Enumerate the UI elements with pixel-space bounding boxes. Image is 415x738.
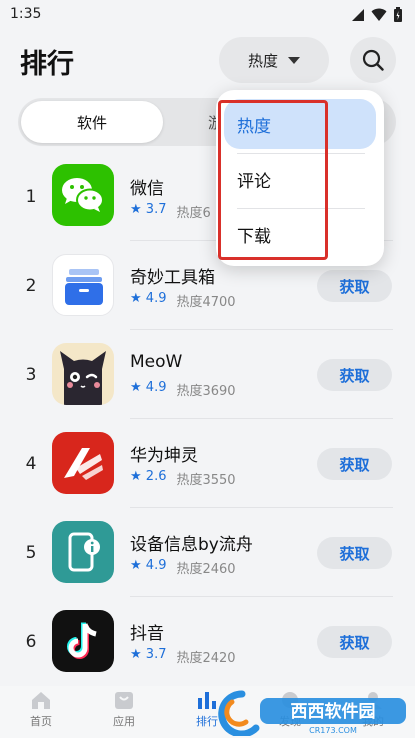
rank-number: 5 [25,543,37,563]
site-watermark: 西西软件园 CR173.COM [212,688,412,738]
nav-label: 首页 [30,715,52,728]
app-rating: 4.9 [145,558,167,573]
list-item[interactable]: 6 抖音 ★ 3.7 热度2420 获取 [0,597,415,686]
list-item[interactable]: 4 华为坤灵 ★ 2.6 热度3550 获取 [0,419,415,508]
tab-software[interactable]: 软件 [21,101,163,143]
page-title: 排行 [20,49,74,80]
status-time: 1:35 [10,6,42,22]
app-heat: 热度2420 [176,651,236,666]
get-button[interactable]: 获取 [317,270,392,302]
app-meta: ★ 2.6 热度3550 [130,469,236,488]
device-info-icon [52,521,114,583]
cellular-icon [352,9,364,21]
app-name: 华为坤灵 [130,446,198,466]
wechat-icon [52,164,114,226]
annotation-highlight-box [218,100,328,260]
app-name: MeoW [130,352,183,372]
huawei-kunling-icon [52,432,114,494]
get-button[interactable]: 获取 [317,359,392,391]
app-meta: ★ 3.7 热度2420 [130,647,236,666]
sort-dropdown-button[interactable]: 热度 [219,37,329,83]
get-button[interactable]: 获取 [317,537,392,569]
app-heat: 热度6 [176,206,211,221]
status-icons [351,7,403,23]
wifi-icon [371,8,387,21]
app-name: 设备信息by流舟 [130,535,253,555]
status-bar: 1:35 [0,0,415,30]
rank-number: 3 [25,365,37,385]
star-icon: ★ [130,647,142,662]
app-rating: 3.7 [145,202,167,217]
rank-number: 6 [25,632,37,652]
home-icon [32,692,50,709]
search-icon [362,49,384,71]
app-heat: 热度3690 [176,384,236,399]
toolbox-icon [52,254,114,316]
list-item[interactable]: 3 MeoW ★ 4.9 热度3690 获取 [0,330,415,419]
app-name: 抖音 [130,624,164,644]
douyin-icon [52,610,114,672]
rank-number: 1 [25,187,37,207]
battery-icon [394,7,402,22]
app-meta: ★ 4.9 热度4700 [130,291,236,310]
star-icon: ★ [130,558,142,573]
app-name: 微信 [130,179,164,199]
app-rating: 4.9 [145,380,167,395]
app-heat: 热度2460 [176,562,236,577]
get-button[interactable]: 获取 [317,448,392,480]
app-meta: ★ 4.9 热度3690 [130,380,236,399]
rank-number: 2 [25,276,37,296]
app-heat: 热度4700 [176,295,236,310]
get-button[interactable]: 获取 [317,626,392,658]
app-meta: ★ 4.9 热度2460 [130,558,236,577]
search-button[interactable] [350,37,396,83]
nav-label: 应用 [113,715,135,728]
star-icon: ★ [130,469,142,484]
rank-number: 4 [25,454,37,474]
nav-item-home[interactable]: 首页 [11,690,71,729]
app-rating: 3.7 [145,647,167,662]
nav-item-apps[interactable]: 应用 [94,690,154,729]
watermark-url: CR173.COM [309,726,357,735]
watermark-text: 西西软件园 [291,701,376,722]
list-item[interactable]: 5 设备信息by流舟 ★ 4.9 热度2460 获取 [0,508,415,597]
tab-software-label: 软件 [76,113,107,132]
star-icon: ★ [130,291,142,306]
black-cat-icon [52,343,114,405]
app-rating: 2.6 [145,469,167,484]
app-heat: 热度3550 [176,473,236,488]
sort-label: 热度 [247,51,278,70]
star-icon: ★ [130,202,142,217]
app-rating: 4.9 [145,291,167,306]
app-name: 奇妙工具箱 [130,268,215,288]
bag-icon [115,692,133,709]
caret-down-icon [288,56,300,64]
star-icon: ★ [130,380,142,395]
app-meta: ★ 3.7 热度6 [130,202,211,221]
